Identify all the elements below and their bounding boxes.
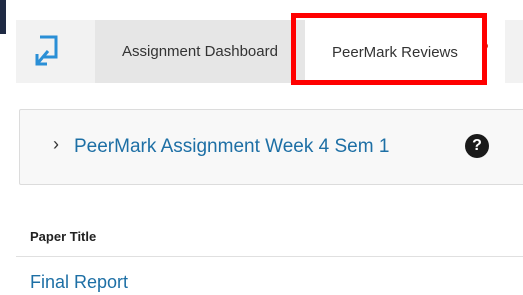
assignment-panel: › PeerMark Assignment Week 4 Sem 1 ? <box>19 109 523 185</box>
paper-title-link[interactable]: Final Report <box>30 272 128 293</box>
assignment-title-link[interactable]: PeerMark Assignment Week 4 Sem 1 <box>74 136 389 158</box>
turnitin-return-icon[interactable] <box>32 34 62 68</box>
divider <box>16 256 523 257</box>
column-header-paper-title: Paper Title <box>30 229 97 244</box>
highlight-box <box>291 13 487 85</box>
tab-assignment-dashboard[interactable]: Assignment Dashboard <box>95 20 305 83</box>
corner-mark <box>0 0 6 34</box>
help-icon[interactable]: ? <box>465 134 489 158</box>
tab-label: Assignment Dashboard <box>122 43 278 60</box>
chevron-right-icon[interactable]: › <box>53 134 59 155</box>
